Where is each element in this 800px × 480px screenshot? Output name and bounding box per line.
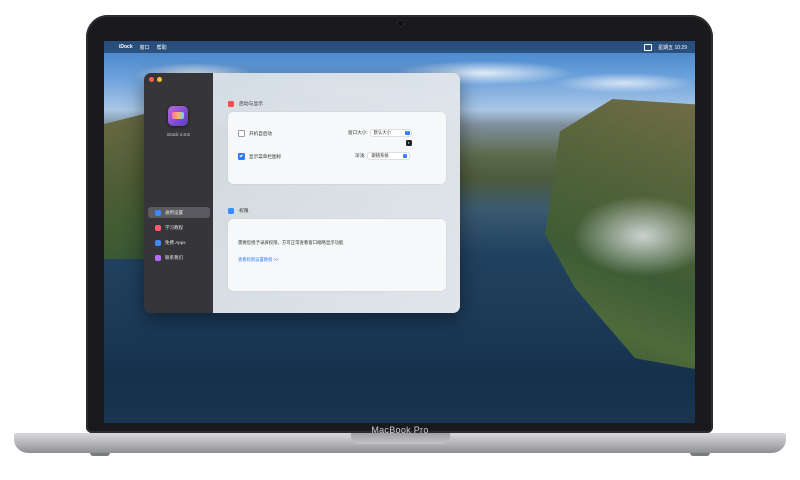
app-version: iDock 1.0.6 — [167, 132, 190, 137]
sidebar-item-tutorial[interactable]: 学习教程 — [148, 222, 210, 233]
lock-icon — [228, 207, 234, 214]
sidebar-item-label: 免费 Apps — [165, 239, 186, 245]
chevron-updown-icon: ⌃ — [402, 153, 408, 159]
minimize-button[interactable] — [157, 77, 162, 82]
window-size-label: 窗口大小: — [348, 130, 368, 135]
show-menubar-icon-label: 显示菜单栏图标 — [249, 153, 282, 159]
permission-card: 需要您授予录屏权限，方可正常查看窗口缩略显示功能 查看权限设置教程 >> — [228, 219, 446, 291]
chevron-updown-icon: ⌃ — [405, 130, 410, 136]
laptop-foot-right — [690, 453, 710, 456]
sidebar-item-label: 通用设置 — [165, 209, 183, 215]
section-title-text: 启动与显示 — [239, 102, 263, 107]
laptop-base — [14, 433, 786, 453]
book-icon — [155, 224, 161, 231]
menu-help[interactable]: 帮助 — [157, 44, 167, 51]
wallpaper-fog — [565, 181, 695, 291]
window-size-row: 窗口大小: 默认大小 ⌃ — [348, 130, 412, 136]
menu-window[interactable]: 窗口 — [140, 44, 150, 51]
sidebar-item-contact[interactable]: 联系我们 — [148, 252, 210, 263]
theme-value: 跟随系统 — [371, 153, 389, 158]
menubar-icon-row[interactable]: 显示菜单栏图标 — [238, 153, 281, 160]
window-size-select[interactable]: 默认大小 ⌃ — [370, 130, 412, 136]
theme-label: 深浅: — [355, 153, 366, 158]
dark-mode-badge-icon[interactable]: ◐ — [406, 140, 412, 146]
menu-bar: iDock 窗口 帮助 星期五 10:29 — [104, 41, 695, 53]
section-title-startup: 启动与显示 — [228, 100, 263, 107]
sidebar-item-label: 学习教程 — [165, 224, 183, 230]
clock[interactable]: 星期五 10:29 — [658, 44, 687, 51]
sidebar-nav: 通用设置 学习教程 免费 Apps 联系我们 — [148, 207, 210, 267]
chat-icon — [155, 254, 161, 261]
sidebar: iDock 1.0.6 通用设置 学习教程 免费 Apps 联系我们 — [144, 73, 213, 313]
sidebar-item-general[interactable]: 通用设置 — [148, 207, 210, 218]
app-window: iDock 1.0.6 通用设置 学习教程 免费 Apps 联系我们 启动与显示… — [144, 73, 460, 313]
close-button[interactable] — [149, 77, 154, 82]
startup-card: 开机自启动 窗口大小: 默认大小 ⌃ ◐ 显示菜单栏图标 深浅: 跟随系统 ⌃ — [228, 112, 446, 184]
sidebar-item-label: 联系我们 — [165, 254, 183, 260]
section-title-text: 权限 — [239, 209, 249, 214]
window-size-value: 默认大小 — [373, 130, 391, 135]
permission-message: 需要您授予录屏权限，方可正常查看窗口缩略显示功能 — [238, 240, 344, 245]
launch-at-login-checkbox[interactable] — [238, 130, 245, 137]
launch-at-login-row[interactable]: 开机自启动 — [238, 130, 272, 137]
appstore-icon — [155, 239, 161, 246]
gear-icon — [155, 209, 161, 216]
launch-at-login-label: 开机自启动 — [249, 130, 272, 136]
settings-content: 启动与显示 开机自启动 窗口大小: 默认大小 ⌃ ◐ 显示菜单栏图标 深浅: 跟… — [213, 73, 460, 313]
show-menubar-icon-checkbox[interactable] — [238, 153, 245, 160]
laptop-foot-left — [90, 453, 110, 456]
sidebar-item-free-apps[interactable]: 免费 Apps — [148, 237, 210, 248]
window-controls — [149, 77, 162, 82]
startup-icon — [228, 100, 234, 107]
theme-select[interactable]: 跟随系统 ⌃ — [368, 153, 409, 159]
menu-app-name[interactable]: iDock — [119, 44, 133, 50]
app-logo-icon — [168, 106, 188, 126]
battery-icon[interactable] — [644, 43, 653, 51]
menubar-status: 星期五 10:29 — [644, 43, 687, 51]
section-title-permission: 权限 — [228, 207, 249, 214]
camera — [397, 21, 403, 26]
device-brand-label: MacBook Pro — [371, 425, 429, 435]
permission-tutorial-link[interactable]: 查看权限设置教程 >> — [238, 257, 279, 263]
theme-row: 深浅: 跟随系统 ⌃ — [355, 153, 409, 159]
